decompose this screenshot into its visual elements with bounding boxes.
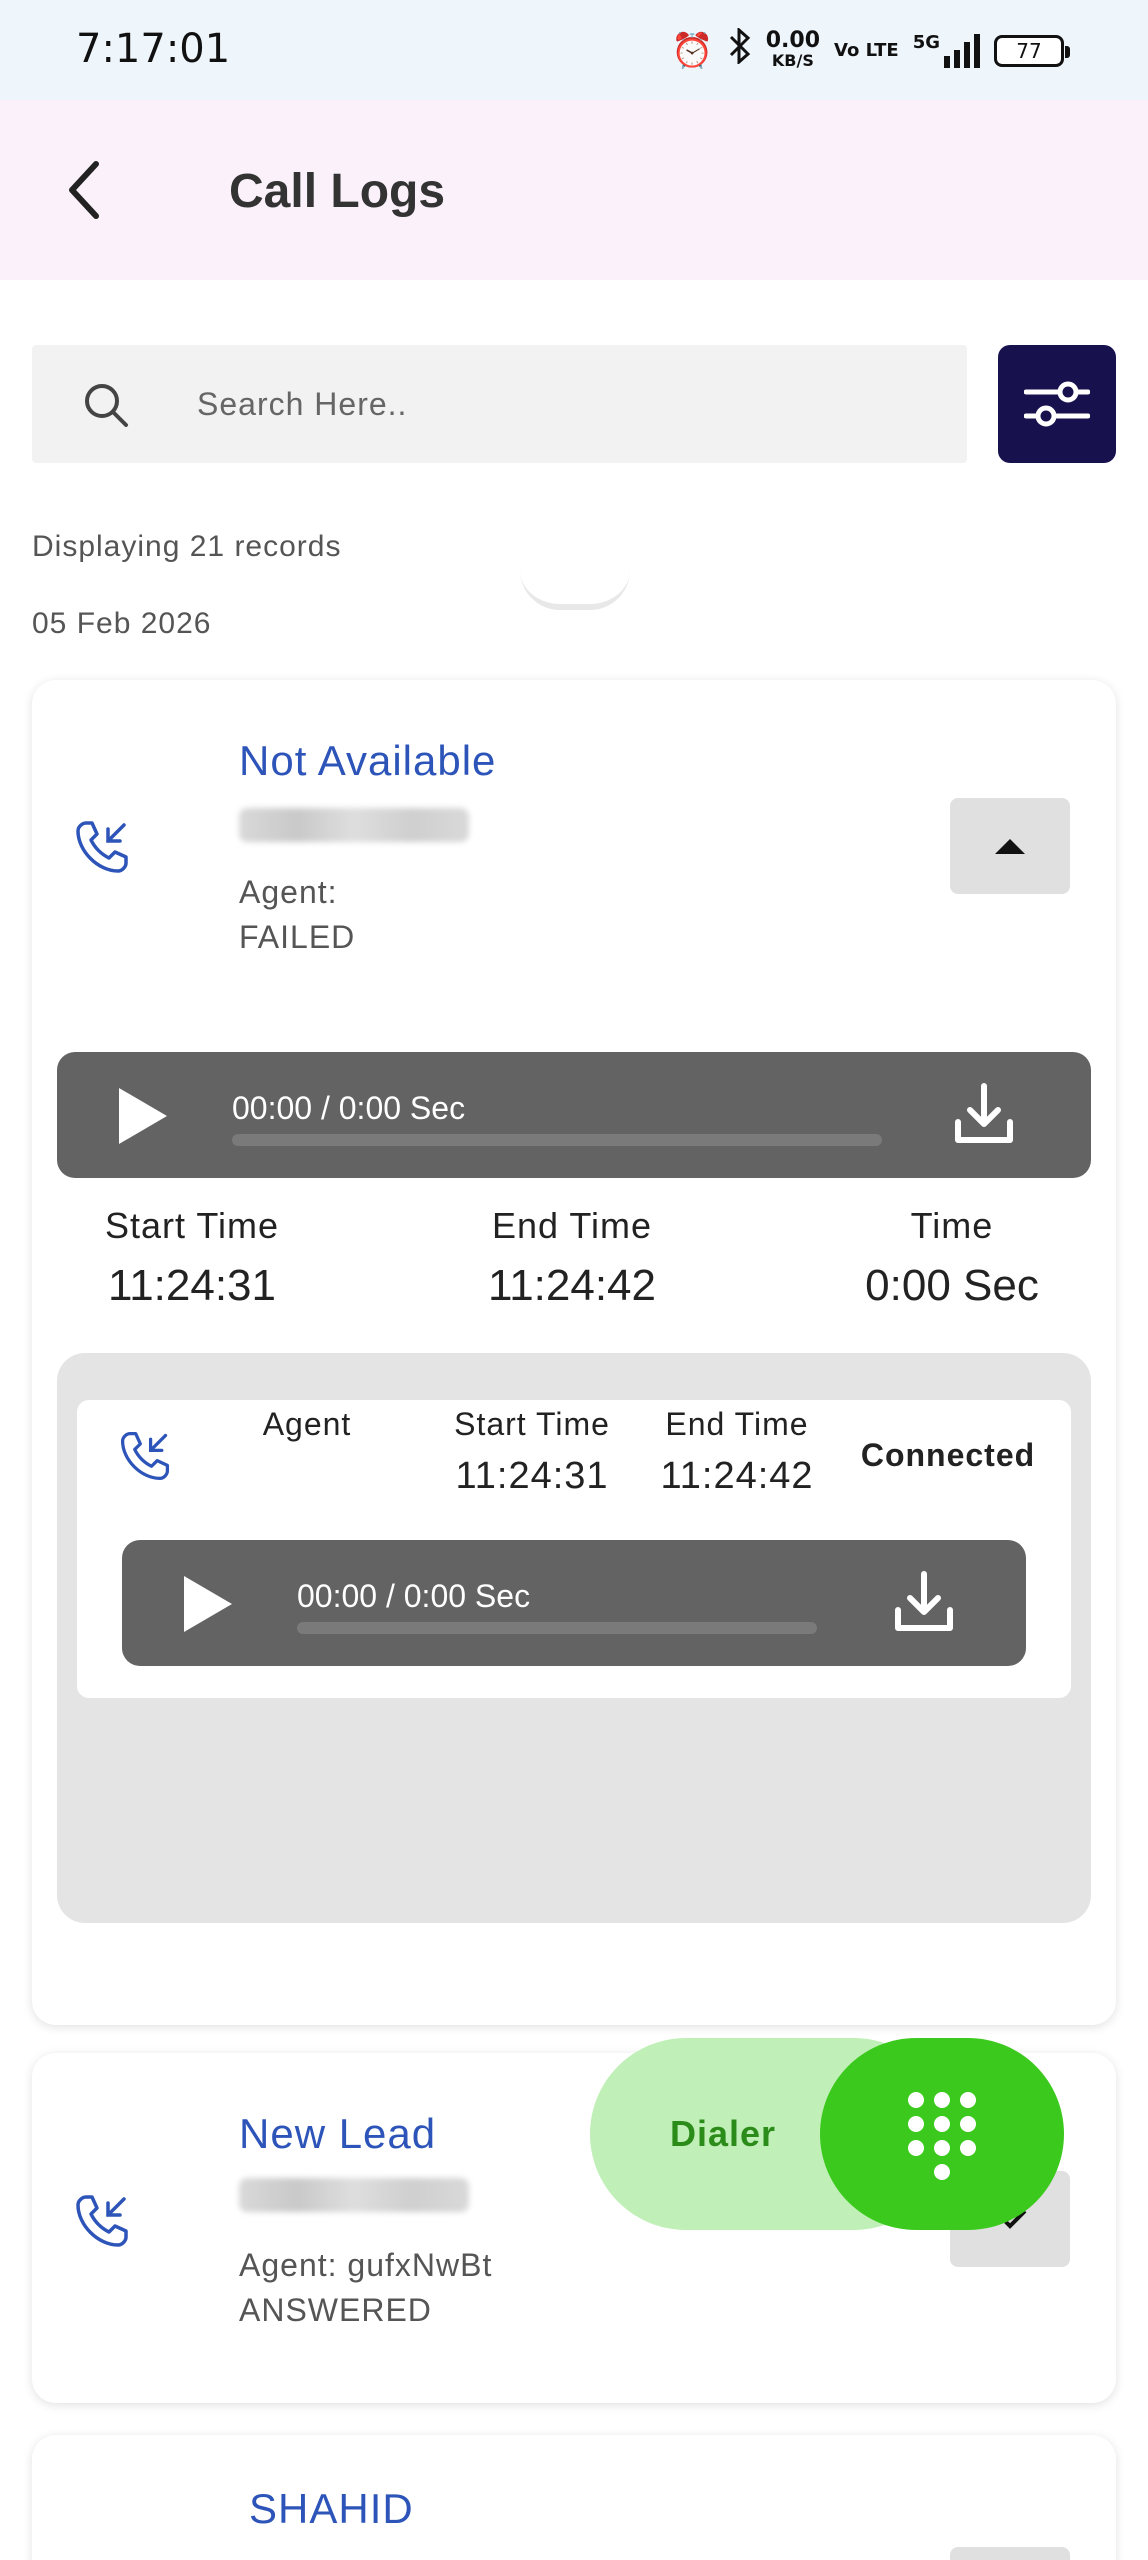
back-arrow-icon[interactable] <box>60 158 120 222</box>
duration-value: 0:00 Sec <box>865 1261 1039 1310</box>
battery-icon: 77 <box>994 34 1070 67</box>
end-time-column: End Time 11:24:42 <box>452 1205 692 1311</box>
start-time-column: Start Time 11:24:31 <box>72 1205 312 1311</box>
leg-start-value: 11:24:31 <box>455 1455 609 1497</box>
caret-up-icon <box>995 839 1025 854</box>
leg-audio-player: 00:00 / 0:00 Sec <box>122 1540 1026 1666</box>
leg-player-progress[interactable] <box>297 1622 817 1634</box>
agent-label: Agent: <box>239 874 338 910</box>
call-status: FAILED <box>239 919 356 955</box>
lead-name[interactable]: New Lead <box>239 2110 436 2158</box>
leg-end-label: End Time <box>665 1406 809 1442</box>
network-type: 5G <box>912 31 940 53</box>
search-input[interactable] <box>197 375 937 433</box>
phone-number-redacted <box>239 808 469 842</box>
loading-spinner <box>520 570 630 610</box>
bluetooth-icon <box>728 26 752 73</box>
records-count: Displaying 21 records <box>32 530 342 563</box>
incoming-call-icon <box>72 817 132 877</box>
call-leg-item: Agent Start Time 11:24:31 End Time 11:24… <box>77 1400 1071 1698</box>
filter-button[interactable] <box>998 345 1116 463</box>
collapse-button[interactable] <box>950 798 1070 894</box>
search-bar[interactable] <box>32 345 967 463</box>
leg-start-column: Start Time 11:24:31 <box>427 1406 637 1498</box>
volte-indicator: Vo LTE <box>834 39 899 61</box>
phone-number-redacted <box>239 2178 469 2212</box>
signal-icon: 5G <box>912 31 980 68</box>
alarm-icon: ⏰ <box>671 30 714 71</box>
incoming-call-icon <box>72 2191 132 2251</box>
lead-name[interactable]: Not Available <box>239 737 496 785</box>
duration-column: Time 0:00 Sec <box>832 1205 1072 1311</box>
net-speed-value: 0.00 <box>765 27 821 53</box>
call-log-card[interactable]: SHAHID <box>32 2435 1116 2560</box>
end-time-value: 11:24:42 <box>487 1261 656 1310</box>
start-time-value: 11:24:31 <box>107 1261 276 1310</box>
duration-label: Time <box>910 1205 994 1246</box>
net-speed: 0.00 KB/S <box>765 27 821 71</box>
status-time: 7:17:01 <box>76 26 231 72</box>
leg-status: Connected <box>860 1437 1036 1473</box>
leg-end-column: End Time 11:24:42 <box>642 1406 832 1498</box>
page-title: Call Logs <box>229 165 446 218</box>
leg-agent-label: Agent <box>262 1406 352 1442</box>
agent-label: Agent: gufxNwBt <box>239 2247 493 2283</box>
download-icon[interactable] <box>952 1082 1016 1151</box>
leg-start-label: Start Time <box>454 1406 610 1442</box>
audio-player: 00:00 / 0:00 Sec <box>57 1052 1091 1178</box>
net-speed-unit: KB/S <box>771 50 814 70</box>
call-legs-panel: Agent Start Time 11:24:31 End Time 11:24… <box>57 1353 1091 1923</box>
end-time-label: End Time <box>491 1205 653 1246</box>
expand-button[interactable] <box>950 2547 1070 2560</box>
player-time: 00:00 / 0:00 Sec <box>232 1090 466 1126</box>
lead-name[interactable]: SHAHID <box>249 2485 414 2533</box>
status-bar: 7:17:01 ⏰ 0.00 KB/S Vo LTE 5G 77 <box>0 0 1148 100</box>
call-status: ANSWERED <box>239 2292 432 2328</box>
play-icon[interactable] <box>115 1086 169 1151</box>
app-bar: Call Logs <box>0 100 1148 280</box>
dialpad-icon <box>908 2092 976 2180</box>
download-icon[interactable] <box>892 1570 956 1639</box>
sliders-icon <box>1024 381 1090 427</box>
play-icon[interactable] <box>180 1574 234 1639</box>
search-icon <box>82 381 130 429</box>
leg-player-time: 00:00 / 0:00 Sec <box>297 1578 531 1614</box>
leg-end-value: 11:24:42 <box>660 1455 814 1497</box>
dialer-label[interactable]: Dialer <box>670 2113 776 2155</box>
call-log-card[interactable]: Not Available Agent: FAILED 00:00 / 0:00… <box>32 680 1116 2025</box>
dialer-button[interactable] <box>820 2038 1064 2230</box>
date-header: 05 Feb 2026 <box>32 607 212 640</box>
start-time-label: Start Time <box>104 1205 280 1246</box>
incoming-call-icon <box>117 1428 173 1489</box>
player-progress[interactable] <box>232 1134 882 1146</box>
status-icons: ⏰ 0.00 KB/S Vo LTE 5G 77 <box>671 26 1070 73</box>
